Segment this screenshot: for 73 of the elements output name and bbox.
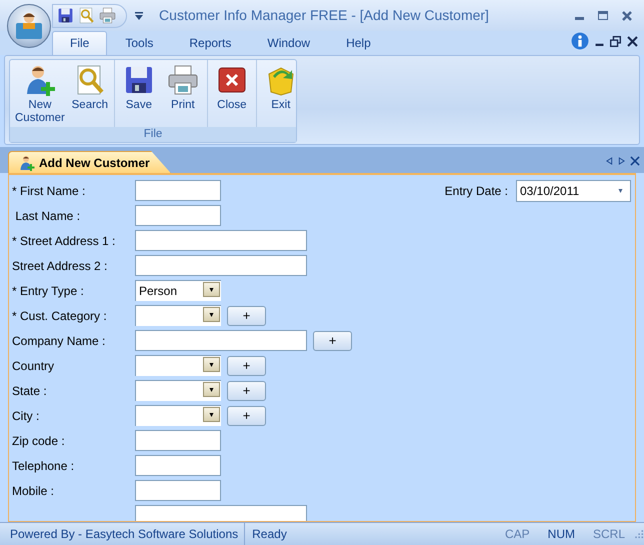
- key-indicator: SCRL: [592, 526, 626, 543]
- close-icon[interactable]: [622, 10, 632, 20]
- dropdown-arrow-icon: [208, 388, 215, 392]
- field-label: Telephone :: [12, 458, 76, 474]
- field-label: Street Address 2 :: [12, 258, 108, 274]
- person-folder-icon: [14, 11, 44, 41]
- menu-tab[interactable]: File: [52, 31, 108, 55]
- maximize-icon[interactable]: [598, 11, 608, 20]
- ribbon-button[interactable]: Print: [160, 62, 205, 127]
- printer-icon: [166, 64, 199, 96]
- menu-tab[interactable]: Help: [328, 31, 389, 55]
- ribbon-button[interactable]: Search: [68, 62, 112, 127]
- text-field[interactable]: [135, 430, 221, 451]
- ribbon-button[interactable]: Save: [116, 62, 161, 127]
- field-label: Zip code :: [12, 432, 66, 450]
- menu-tab[interactable]: Window: [249, 31, 328, 55]
- dropdown-field[interactable]: Person: [135, 280, 221, 301]
- date-picker-field[interactable]: 03/10/2011: [516, 180, 631, 202]
- dropdown-field[interactable]: [135, 305, 221, 326]
- ribbon-button[interactable]: Exit: [258, 62, 303, 127]
- text-field[interactable]: [135, 255, 307, 276]
- field-label: State :: [12, 382, 48, 400]
- text-field[interactable]: [135, 180, 221, 201]
- document-tab[interactable]: Add New Customer: [8, 151, 171, 173]
- status-text: Powered By - Easytech Software Solutions: [0, 523, 246, 545]
- text-field[interactable]: [135, 330, 307, 351]
- dropdown-arrow-icon: [208, 412, 215, 416]
- dropdown-field[interactable]: [135, 380, 221, 401]
- status-message: Ready: [251, 526, 288, 543]
- field-label: Last Name :: [14, 208, 82, 224]
- resize-grip-icon[interactable]: [634, 529, 644, 539]
- text-field[interactable]: [135, 205, 221, 226]
- restore-icon[interactable]: [610, 36, 621, 46]
- ribbon-button[interactable]: Close: [210, 62, 254, 127]
- key-indicator: CAP: [504, 526, 531, 543]
- text-field[interactable]: [135, 505, 307, 521]
- dropdown-field[interactable]: [135, 355, 221, 376]
- field-label: City :: [12, 408, 40, 424]
- dropdown-arrow-icon: [208, 288, 215, 292]
- field-label: Entry Date :: [444, 183, 508, 200]
- scroll-right-icon[interactable]: [618, 156, 625, 166]
- close-icon[interactable]: [627, 36, 638, 46]
- printer-icon[interactable]: [99, 7, 116, 24]
- field-label: * Street Address 1 :: [12, 232, 116, 250]
- text-field[interactable]: [135, 455, 221, 476]
- field-label: * Entry Type :: [12, 282, 85, 300]
- field-label: Country: [12, 358, 56, 374]
- dropdown-arrow-icon: [208, 362, 215, 366]
- field-label: * First Name :: [12, 182, 86, 200]
- add-button[interactable]: +: [227, 306, 266, 326]
- field-label: * Cust. Category :: [12, 308, 108, 324]
- person-plus-icon: [19, 154, 35, 170]
- menu-tab[interactable]: Reports: [171, 31, 250, 55]
- info-icon[interactable]: [571, 32, 589, 50]
- dropdown-arrow-icon: [617, 189, 624, 193]
- key-indicator: NUM: [546, 526, 576, 543]
- dropdown-field[interactable]: [135, 405, 221, 426]
- dropdown-arrow-icon: [208, 312, 215, 316]
- text-field[interactable]: [135, 480, 221, 501]
- field-label: Company Name :: [12, 332, 106, 350]
- add-button[interactable]: +: [227, 356, 266, 376]
- menu-tab[interactable]: Tools: [107, 31, 172, 55]
- add-button[interactable]: +: [227, 406, 266, 426]
- group-label: File: [10, 127, 296, 142]
- add-button[interactable]: +: [227, 380, 266, 400]
- window-title: Customer Info Manager FREE - [Add New Customer]: [158, 6, 490, 25]
- field-label: Mobile :: [12, 482, 56, 500]
- text-field[interactable]: [135, 230, 307, 251]
- dropdown-arrow-icon[interactable]: [135, 12, 143, 20]
- add-button[interactable]: +: [313, 330, 352, 350]
- scroll-left-icon[interactable]: [606, 156, 613, 166]
- ribbon-button[interactable]: New Customer: [12, 62, 68, 127]
- close-icon[interactable]: [630, 156, 640, 166]
